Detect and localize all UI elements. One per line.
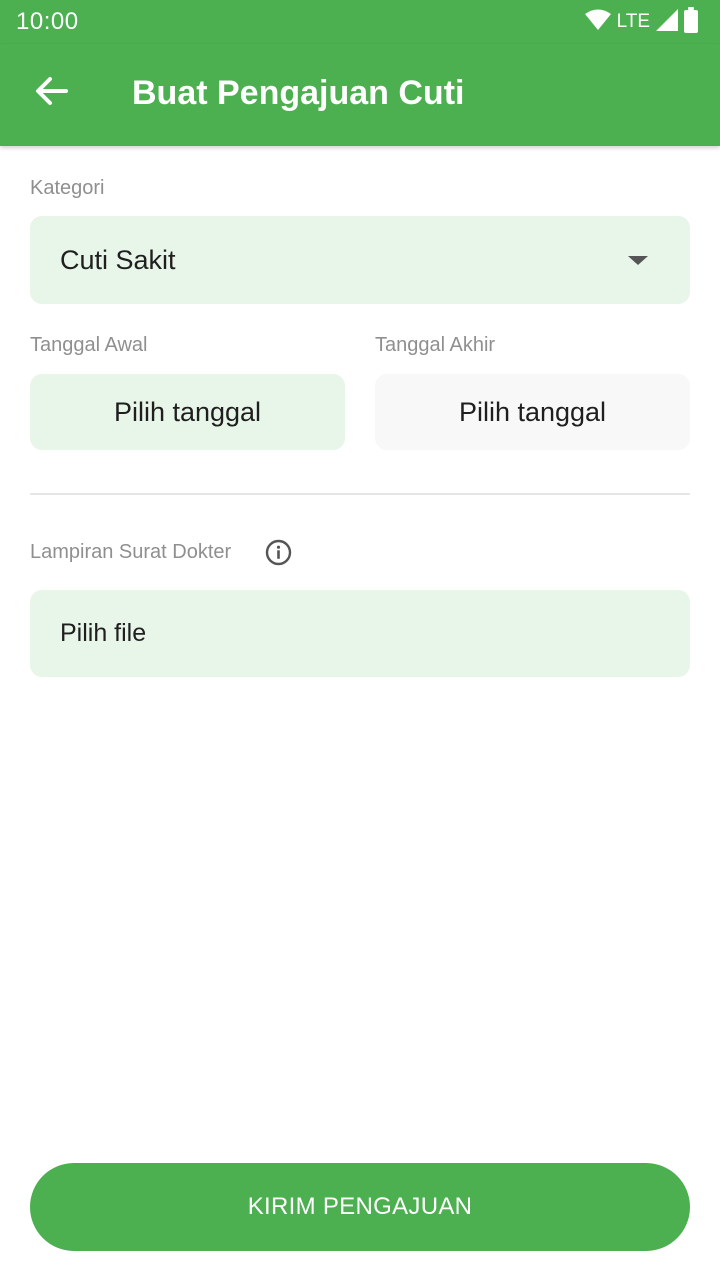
start-date-label: Tanggal Awal — [30, 334, 148, 356]
dropdown-arrow-icon — [628, 256, 648, 265]
category-dropdown[interactable]: Cuti Sakit — [30, 216, 690, 304]
arrow-left-icon — [34, 76, 68, 111]
end-date-value: Pilih tanggal — [458, 396, 607, 427]
attachment-file-picker[interactable]: Pilih file — [30, 590, 690, 677]
submit-button[interactable]: KIRIM PENGAJUAN — [30, 1163, 690, 1251]
signal-icon — [656, 8, 678, 36]
category-label: Kategori — [30, 177, 105, 199]
start-date-picker[interactable]: Pilih tanggal — [30, 374, 345, 450]
start-date-value: Pilih tanggal — [113, 396, 262, 427]
status-bar: 10:00 LTE — [0, 0, 720, 44]
app-bar: Buat Pengajuan Cuti — [0, 44, 720, 146]
end-date-picker[interactable]: Pilih tanggal — [375, 374, 690, 450]
status-time: 10:00 — [16, 8, 79, 35]
attachment-label: Lampiran Surat Dokter — [30, 541, 232, 563]
battery-icon — [684, 6, 698, 38]
page-title: Buat Pengajuan Cuti — [132, 74, 465, 112]
info-icon[interactable] — [265, 539, 292, 566]
divider — [30, 493, 690, 495]
back-button[interactable] — [22, 64, 80, 122]
status-icons: LTE — [584, 6, 698, 38]
end-date-label: Tanggal Akhir — [375, 334, 496, 356]
wifi-icon — [584, 9, 611, 36]
category-value: Cuti Sakit — [60, 244, 176, 275]
attachment-value: Pilih file — [60, 619, 147, 647]
network-type: LTE — [616, 11, 650, 32]
